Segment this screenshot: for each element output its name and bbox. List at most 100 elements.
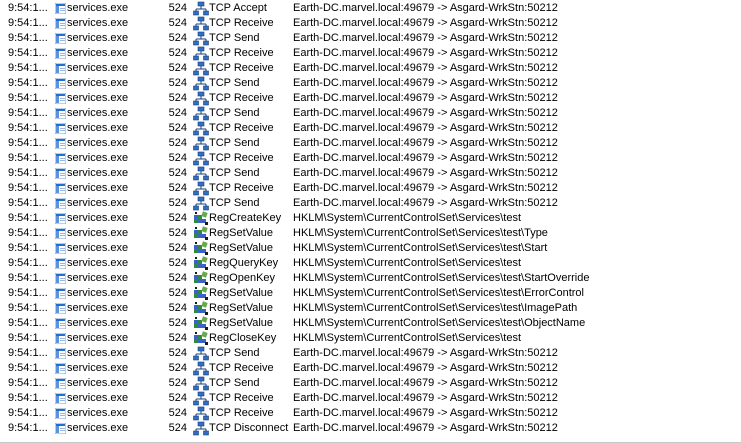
process-icon bbox=[55, 258, 66, 269]
process-name-cell: services.exe bbox=[67, 347, 129, 359]
path-cell: Earth-DC.marvel.local:49679 -> Asgard-Wr… bbox=[293, 2, 558, 14]
time-cell: 9:54:1... bbox=[8, 272, 48, 284]
table-row[interactable]: 9:54:1... services.exe 524 RegSetValue HKLM\… bbox=[0, 286, 741, 301]
pid-cell: 524 bbox=[168, 17, 187, 29]
network-icon bbox=[193, 31, 209, 46]
process-name-cell: services.exe bbox=[67, 317, 129, 329]
table-row[interactable]: 9:54:1... services.exe 524 TCP Send Earth-DC… bbox=[0, 376, 741, 391]
table-row[interactable]: 9:54:1... services.exe 524 RegCreateKey HKLM… bbox=[0, 211, 741, 226]
pid-cell: 524 bbox=[168, 317, 187, 329]
table-row[interactable]: 9:54:1... services.exe 524 TCP Receive Earth… bbox=[0, 61, 741, 76]
process-icon bbox=[55, 333, 66, 344]
table-row[interactable]: 9:54:1... services.exe 524 RegSetValue HKLM\… bbox=[0, 316, 741, 331]
table-row[interactable]: 9:54:1... services.exe 524 TCP Send Earth-DC… bbox=[0, 196, 741, 211]
operation-cell: TCP Receive bbox=[209, 182, 274, 194]
pid-cell: 524 bbox=[168, 287, 187, 299]
network-icon bbox=[193, 166, 209, 181]
table-row[interactable]: 9:54:1... services.exe 524 RegSetValue HKLM\… bbox=[0, 301, 741, 316]
table-row[interactable]: 9:54:1... services.exe 524 RegSetValue HKLM\… bbox=[0, 226, 741, 241]
process-name-cell: services.exe bbox=[67, 182, 129, 194]
event-list: 9:54:1... services.exe 524 TCP Accept Earth-… bbox=[0, 0, 741, 443]
table-row[interactable]: 9:54:1... services.exe 524 TCP Accept Earth-… bbox=[0, 1, 741, 16]
process-name-cell: services.exe bbox=[67, 272, 129, 284]
table-row[interactable]: 9:54:1... services.exe 524 TCP Receive Earth… bbox=[0, 361, 741, 376]
operation-cell: TCP Send bbox=[209, 77, 260, 89]
time-cell: 9:54:1... bbox=[8, 17, 48, 29]
time-cell: 9:54:1... bbox=[8, 257, 48, 269]
process-icon bbox=[55, 153, 66, 164]
path-cell: Earth-DC.marvel.local:49679 -> Asgard-Wr… bbox=[293, 137, 558, 149]
table-row[interactable]: 9:54:1... services.exe 524 TCP Receive Earth… bbox=[0, 151, 741, 166]
operation-cell: TCP Send bbox=[209, 107, 260, 119]
network-icon bbox=[193, 136, 209, 151]
process-icon bbox=[55, 318, 66, 329]
path-cell: HKLM\System\CurrentControlSet\Services\t… bbox=[293, 302, 578, 314]
table-row[interactable]: 9:54:1... services.exe 524 RegCloseKey HKLM\… bbox=[0, 331, 741, 346]
operation-cell: TCP Accept bbox=[209, 2, 267, 14]
process-name-cell: services.exe bbox=[67, 107, 129, 119]
path-cell: Earth-DC.marvel.local:49679 -> Asgard-Wr… bbox=[293, 377, 558, 389]
operation-cell: TCP Receive bbox=[209, 392, 274, 404]
process-name-cell: services.exe bbox=[67, 242, 129, 254]
path-cell: Earth-DC.marvel.local:49679 -> Asgard-Wr… bbox=[293, 92, 558, 104]
pid-cell: 524 bbox=[168, 257, 187, 269]
path-cell: Earth-DC.marvel.local:49679 -> Asgard-Wr… bbox=[293, 197, 558, 209]
operation-cell: TCP Receive bbox=[209, 122, 274, 134]
path-cell: Earth-DC.marvel.local:49679 -> Asgard-Wr… bbox=[293, 17, 558, 29]
pid-cell: 524 bbox=[168, 137, 187, 149]
table-row[interactable]: 9:54:1... services.exe 524 TCP Receive Earth… bbox=[0, 121, 741, 136]
table-row[interactable]: 9:54:1... services.exe 524 TCP Disconnect Ea… bbox=[0, 421, 741, 436]
table-row[interactable]: 9:54:1... services.exe 524 TCP Send Earth-DC… bbox=[0, 346, 741, 361]
path-cell: HKLM\System\CurrentControlSet\Services\t… bbox=[293, 287, 584, 299]
registry-icon bbox=[193, 316, 209, 331]
operation-cell: TCP Receive bbox=[209, 152, 274, 164]
process-icon bbox=[55, 363, 66, 374]
process-icon bbox=[55, 63, 66, 74]
pid-cell: 524 bbox=[168, 197, 187, 209]
process-icon bbox=[55, 288, 66, 299]
network-icon bbox=[193, 121, 209, 136]
table-row[interactable]: 9:54:1... services.exe 524 RegOpenKey HKLM\S… bbox=[0, 271, 741, 286]
operation-cell: RegCreateKey bbox=[209, 212, 282, 224]
process-icon bbox=[55, 378, 66, 389]
operation-cell: RegOpenKey bbox=[209, 272, 276, 284]
table-row[interactable]: 9:54:1... services.exe 524 TCP Receive Earth… bbox=[0, 46, 741, 61]
pid-cell: 524 bbox=[168, 422, 187, 434]
pid-cell: 524 bbox=[168, 227, 187, 239]
table-row[interactable]: 9:54:1... services.exe 524 TCP Send Earth-DC… bbox=[0, 76, 741, 91]
process-icon bbox=[55, 33, 66, 44]
time-cell: 9:54:1... bbox=[8, 347, 48, 359]
table-row[interactable]: 9:54:1... services.exe 524 TCP Receive Earth… bbox=[0, 16, 741, 31]
table-row[interactable]: 9:54:1... services.exe 524 TCP Send Earth-DC… bbox=[0, 136, 741, 151]
registry-icon bbox=[193, 211, 209, 226]
process-name-cell: services.exe bbox=[67, 227, 129, 239]
table-row[interactable]: 9:54:1... services.exe 524 TCP Send Earth-DC… bbox=[0, 31, 741, 46]
operation-cell: TCP Send bbox=[209, 167, 260, 179]
process-icon bbox=[55, 303, 66, 314]
pid-cell: 524 bbox=[168, 62, 187, 74]
operation-cell: TCP Send bbox=[209, 137, 260, 149]
pid-cell: 524 bbox=[168, 122, 187, 134]
table-row[interactable]: 9:54:1... services.exe 524 TCP Receive Earth… bbox=[0, 391, 741, 406]
table-row[interactable]: 9:54:1... services.exe 524 TCP Send Earth-DC… bbox=[0, 166, 741, 181]
time-cell: 9:54:1... bbox=[8, 362, 48, 374]
path-cell: Earth-DC.marvel.local:49679 -> Asgard-Wr… bbox=[293, 32, 558, 44]
time-cell: 9:54:1... bbox=[8, 2, 48, 14]
operation-cell: TCP Send bbox=[209, 347, 260, 359]
process-name-cell: services.exe bbox=[67, 362, 129, 374]
table-row[interactable]: 9:54:1... services.exe 524 TCP Receive Earth… bbox=[0, 406, 741, 421]
time-cell: 9:54:1... bbox=[8, 332, 48, 344]
table-row[interactable]: 9:54:1... services.exe 524 TCP Receive Earth… bbox=[0, 181, 741, 196]
table-row[interactable]: 9:54:1... services.exe 524 TCP Receive Earth… bbox=[0, 91, 741, 106]
path-cell: HKLM\System\CurrentControlSet\Services\t… bbox=[293, 212, 522, 224]
process-icon bbox=[55, 393, 66, 404]
table-row[interactable]: 9:54:1... services.exe 524 TCP Send Earth-DC… bbox=[0, 106, 741, 121]
table-row[interactable]: 9:54:1... services.exe 524 RegSetValue HKLM\… bbox=[0, 241, 741, 256]
time-cell: 9:54:1... bbox=[8, 317, 48, 329]
process-name-cell: services.exe bbox=[67, 197, 129, 209]
table-row[interactable]: 9:54:1... services.exe 524 RegQueryKey HKLM\… bbox=[0, 256, 741, 271]
process-icon bbox=[55, 123, 66, 134]
pid-cell: 524 bbox=[168, 107, 187, 119]
operation-cell: TCP Receive bbox=[209, 17, 274, 29]
pid-cell: 524 bbox=[168, 212, 187, 224]
